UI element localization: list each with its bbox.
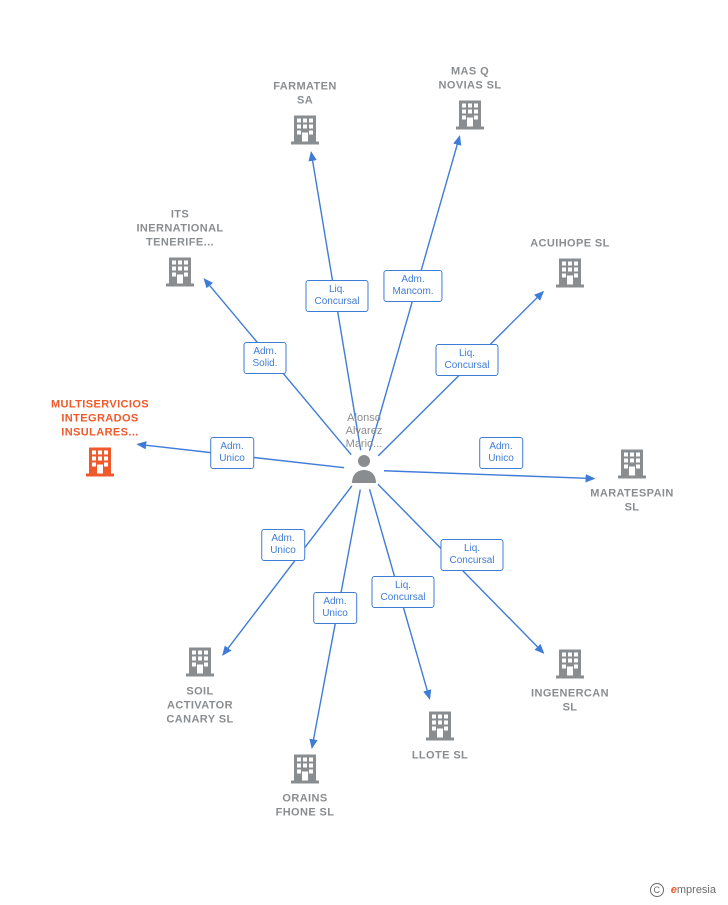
company-node-acuihope[interactable]: ACUIHOPE SL (510, 237, 630, 294)
copyright-icon: C (650, 883, 664, 897)
company-label: FARMATEN SA (245, 80, 365, 108)
company-node-maratespain[interactable]: MARATESPAIN SL (572, 446, 692, 515)
company-label: MARATESPAIN SL (572, 487, 692, 515)
building-icon (410, 97, 530, 136)
relationship-label[interactable]: Liq. Concursal (371, 576, 434, 608)
building-icon (140, 644, 260, 683)
company-label: INGENERCAN SL (510, 687, 630, 715)
edge-line (223, 486, 352, 655)
company-node-orains[interactable]: ORAINS FHONE SL (245, 751, 365, 820)
footer-credit: C empresia (650, 883, 716, 897)
company-node-soil[interactable]: SOIL ACTIVATOR CANARY SL (140, 644, 260, 727)
brand-label: empresia (671, 884, 716, 896)
company-label: ORAINS FHONE SL (245, 792, 365, 820)
edge-line (384, 471, 594, 479)
company-label: ACUIHOPE SL (510, 237, 630, 251)
company-node-ingenercan[interactable]: INGENERCAN SL (510, 646, 630, 715)
company-label: MAS Q NOVIAS SL (410, 65, 530, 93)
building-icon (380, 708, 500, 747)
building-icon (510, 255, 630, 294)
building-icon (40, 444, 160, 483)
building-icon (572, 446, 692, 485)
company-node-llote[interactable]: LLOTE SL (380, 708, 500, 763)
building-icon (510, 646, 630, 685)
building-icon (245, 112, 365, 151)
company-node-farmaten[interactable]: FARMATEN SA (245, 80, 365, 151)
relationship-label[interactable]: Adm. Unico (210, 437, 254, 469)
relationship-label[interactable]: Liq. Concursal (440, 539, 503, 571)
relationship-label[interactable]: Adm. Unico (261, 529, 305, 561)
relationship-label[interactable]: Adm. Solid. (243, 342, 286, 374)
person-icon (314, 453, 414, 488)
company-node-masq[interactable]: MAS Q NOVIAS SL (410, 65, 530, 136)
building-icon (245, 751, 365, 790)
company-label: SOIL ACTIVATOR CANARY SL (140, 685, 260, 727)
company-label: ITS INERNATIONAL TENERIFE... (120, 208, 240, 250)
company-label: MULTISERVICIOS INTEGRADOS INSULARES... (40, 398, 160, 440)
relationship-label[interactable]: Adm. Unico (479, 437, 523, 469)
relationship-label[interactable]: Liq. Concursal (435, 344, 498, 376)
relationship-diagram: FARMATEN SA MAS Q NOVIAS SL ITS INERNATI… (0, 0, 728, 905)
relationship-label[interactable]: Liq. Concursal (305, 280, 368, 312)
building-icon (120, 254, 240, 293)
company-label: LLOTE SL (380, 749, 500, 763)
center-label: Alonso Alvarez Mario... (314, 412, 414, 451)
relationship-label[interactable]: Adm. Mancom. (383, 270, 442, 302)
relationship-label[interactable]: Adm. Unico (313, 592, 357, 624)
center-person-node[interactable]: Alonso Alvarez Mario... (314, 412, 414, 488)
